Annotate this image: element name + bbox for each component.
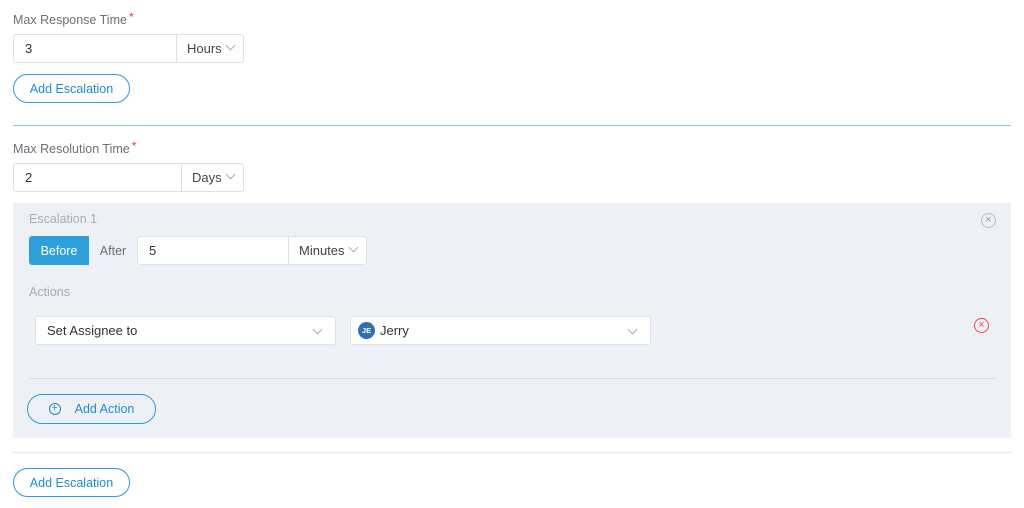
timing-before-button[interactable]: Before xyxy=(29,236,89,265)
max-response-time-label-text: Max Response Time xyxy=(13,13,127,27)
resolution-time-group: 2 Days xyxy=(13,163,244,192)
response-time-unit-value: Hours xyxy=(187,41,222,56)
max-response-time-label: Max Response Time * xyxy=(13,10,134,27)
escalation-panel: Escalation 1 × Before After 5 Minutes Ac… xyxy=(13,203,1011,438)
assignee-name: Jerry xyxy=(380,323,409,338)
response-time-input[interactable]: 3 xyxy=(14,35,177,62)
timing-segmented-control: Before After xyxy=(29,236,137,265)
max-resolution-time-label-text: Max Resolution Time xyxy=(13,142,130,156)
assignee-select[interactable]: JE Jerry xyxy=(350,316,651,345)
response-time-unit-select[interactable]: Hours xyxy=(177,35,236,62)
avatar: JE xyxy=(358,322,375,339)
escalation-unit-select[interactable]: Minutes xyxy=(289,237,358,264)
panel-divider xyxy=(29,378,997,379)
actions-label: Actions xyxy=(29,285,70,299)
chevron-down-icon xyxy=(225,169,236,180)
escalation-title: Escalation 1 xyxy=(29,212,98,226)
section-divider xyxy=(13,125,1011,126)
plus-circle-icon: + xyxy=(48,403,61,415)
escalation-unit-value: Minutes xyxy=(299,243,345,258)
chevron-down-icon xyxy=(225,40,236,51)
add-escalation-resolution-button[interactable]: Add Escalation xyxy=(13,468,130,497)
resolution-time-input[interactable]: 2 xyxy=(14,164,182,191)
resolution-time-unit-value: Days xyxy=(192,170,222,185)
add-action-button[interactable]: + Add Action xyxy=(27,394,156,424)
chevron-down-icon xyxy=(312,324,323,335)
action-type-value: Set Assignee to xyxy=(47,323,138,338)
chevron-down-icon xyxy=(348,242,358,253)
required-mark: * xyxy=(128,10,134,24)
close-circle-icon[interactable]: × xyxy=(981,213,996,228)
section-divider xyxy=(13,452,1011,453)
required-mark: * xyxy=(131,139,137,153)
max-resolution-time-label: Max Resolution Time * xyxy=(13,139,137,156)
resolution-time-unit-select[interactable]: Days xyxy=(182,164,236,191)
response-time-group: 3 Hours xyxy=(13,34,244,63)
close-circle-icon[interactable]: × xyxy=(974,318,989,333)
add-escalation-response-button[interactable]: Add Escalation xyxy=(13,74,130,103)
escalation-amount-input[interactable]: 5 xyxy=(138,237,289,264)
timing-after-button[interactable]: After xyxy=(89,236,137,265)
escalation-time-group: 5 Minutes xyxy=(137,236,367,265)
add-action-label: Add Action xyxy=(74,402,135,416)
chevron-down-icon xyxy=(627,324,638,335)
action-type-select[interactable]: Set Assignee to xyxy=(35,316,336,345)
